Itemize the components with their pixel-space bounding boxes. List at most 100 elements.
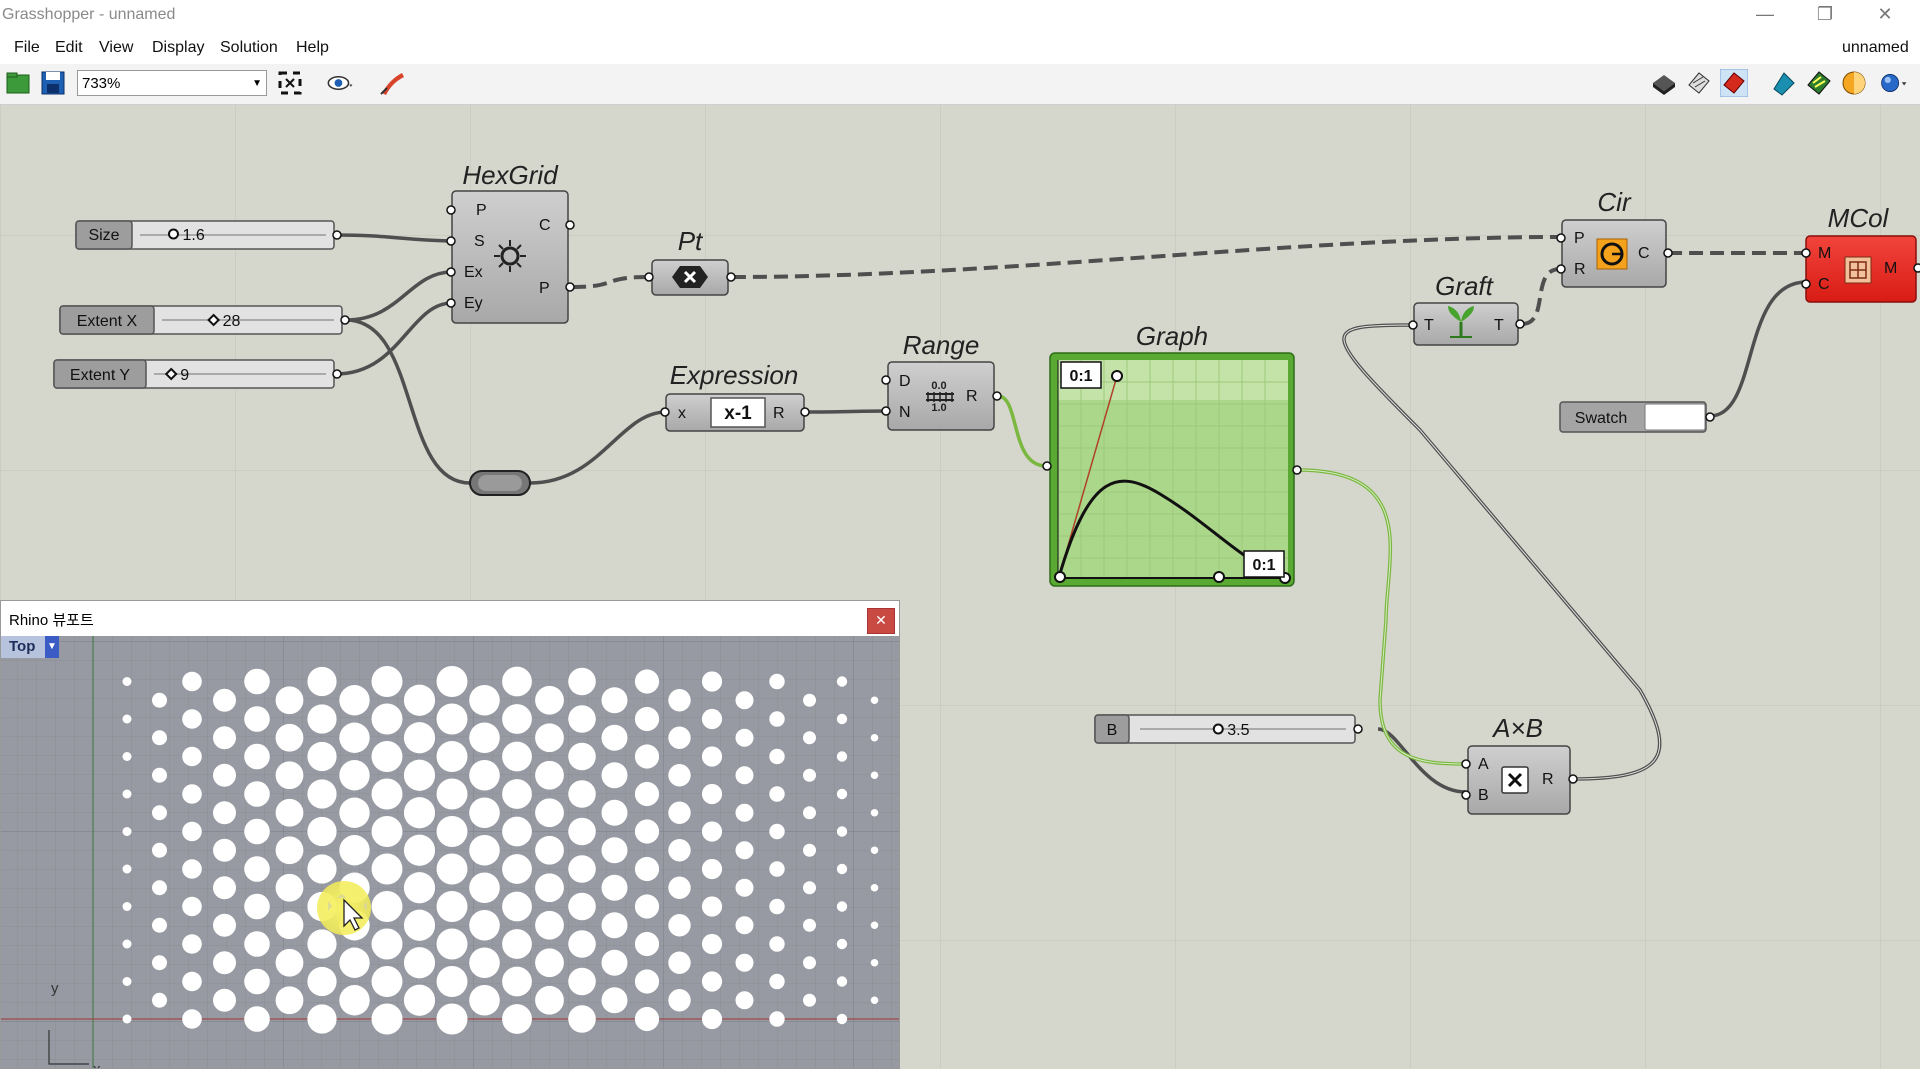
slider-size[interactable]: Size 1.6	[75, 220, 342, 250]
hex-circle	[403, 759, 436, 791]
hex-circle	[502, 816, 532, 847]
preview-eye-icon[interactable]	[326, 69, 354, 97]
hex-circle	[668, 801, 691, 824]
hex-circle	[371, 741, 403, 772]
hex-circle	[371, 853, 403, 885]
hex-circle	[803, 693, 816, 707]
expression-formula: x-1	[724, 403, 752, 424]
hex-circle	[634, 706, 660, 732]
slider-extent-x-output[interactable]	[340, 315, 350, 325]
menu-edit[interactable]: Edit	[55, 39, 83, 57]
hexgrid-output-c: C	[539, 217, 551, 234]
menu-help[interactable]: Help	[296, 39, 329, 57]
hexgrid-input-ex: Ex	[464, 264, 483, 281]
slider-b-knob[interactable]	[1212, 723, 1224, 735]
hex-circle	[735, 878, 754, 897]
hex-circle	[870, 996, 879, 1005]
hex-circle	[152, 842, 167, 858]
hex-circle	[122, 864, 132, 874]
hex-circle	[634, 669, 660, 694]
hex-circle	[701, 708, 723, 730]
viewport-title-bar[interactable]: Rhino 뷰포트 ✕	[1, 601, 899, 635]
menu-view[interactable]: View	[99, 39, 133, 57]
viewport-view-tab[interactable]: Top ▼	[1, 636, 59, 658]
close-window-button[interactable]: ✕	[1855, 0, 1915, 30]
slider-size-label: Size	[88, 227, 119, 244]
graph-mapper-component[interactable]: Graph 0:1 0:1	[1042, 321, 1302, 587]
viewport-area[interactable]: y x Top ▼	[1, 636, 899, 1068]
viewport-view-name: Top	[9, 638, 36, 655]
sketch-pen-icon[interactable]	[378, 69, 406, 97]
axb-input-b: B	[1478, 787, 1489, 804]
slider-size-output[interactable]	[332, 230, 342, 240]
minimize-button[interactable]: —	[1735, 0, 1795, 30]
slider-extent-y[interactable]: Extent Y 9	[53, 359, 342, 389]
preview-selected-icon[interactable]	[1720, 69, 1748, 97]
swatch-color-box[interactable]	[1644, 403, 1706, 431]
hex-circle	[568, 855, 596, 883]
hex-circle	[701, 858, 723, 880]
slider-extent-x[interactable]: Extent X 28	[59, 305, 350, 335]
menu-file[interactable]: File	[14, 39, 40, 57]
display-sphere-icon[interactable]	[1880, 69, 1908, 97]
hex-circle	[469, 797, 500, 829]
document-preview-icon[interactable]	[1770, 69, 1798, 97]
hex-circle	[275, 911, 304, 940]
save-icon[interactable]	[39, 69, 67, 97]
mesh-quality-icon[interactable]	[1805, 69, 1833, 97]
hex-circle	[634, 1006, 660, 1032]
open-file-icon[interactable]	[4, 69, 32, 97]
preview-shaded-icon[interactable]	[1685, 69, 1713, 97]
hex-circle	[535, 685, 564, 715]
zoom-value: 733%	[82, 75, 121, 92]
hex-circle	[469, 984, 500, 1016]
hex-circle	[803, 843, 816, 857]
hex-circle	[502, 929, 532, 959]
hex-circle	[870, 696, 879, 705]
document-name: unnamed	[1842, 39, 1909, 56]
title-bar: Grasshopper - unnamed — ❐ ✕	[0, 0, 1920, 30]
hex-circle	[339, 685, 370, 716]
hex-circle	[668, 989, 691, 1012]
hex-circle	[601, 837, 628, 864]
hex-circle	[244, 706, 270, 732]
expression-component[interactable]: Expression x x-1 R	[660, 360, 810, 432]
relay-node[interactable]	[469, 470, 531, 496]
slider-extent-y-output[interactable]	[332, 369, 342, 379]
shading-sphere-icon[interactable]	[1840, 69, 1868, 97]
graph-handle-start[interactable]	[1054, 571, 1066, 583]
hex-circle	[152, 880, 167, 896]
hex-circle	[836, 751, 848, 762]
menu-solution[interactable]: Solution	[220, 39, 278, 57]
hex-circle	[307, 741, 337, 772]
preview-wireframe-icon[interactable]	[1650, 69, 1678, 97]
rhino-viewport-window[interactable]: Rhino 뷰포트 ✕ y Top ▼	[0, 600, 900, 1069]
hex-circle	[668, 876, 691, 899]
hexgrid-component[interactable]: HexGrid P S Ex Ey C P	[446, 160, 575, 324]
hex-circle	[769, 786, 785, 802]
viewport-menu-chevron-icon[interactable]: ▼	[45, 636, 59, 658]
viewport-close-button[interactable]: ✕	[867, 608, 895, 634]
zoom-combo[interactable]: 733% ▼	[77, 70, 267, 96]
hex-circle	[502, 966, 532, 997]
hex-circle	[403, 834, 436, 866]
slider-size-knob[interactable]	[167, 228, 179, 240]
hex-circle	[568, 817, 596, 846]
hex-circle	[870, 808, 879, 817]
axb-input-a: A	[1478, 756, 1489, 773]
zoom-extents-icon[interactable]	[276, 69, 304, 97]
graph-handle-mid[interactable]	[1213, 571, 1225, 583]
menu-display[interactable]: Display	[152, 39, 204, 57]
hex-circle	[182, 671, 202, 692]
slider-b[interactable]: B 3.5	[1094, 714, 1363, 744]
viewport-drawing[interactable]: y x	[1, 636, 899, 1068]
hex-circle	[307, 929, 337, 959]
hex-circle	[275, 948, 304, 977]
hex-circle	[803, 956, 816, 970]
hex-circle	[152, 805, 167, 821]
swatch-component[interactable]: Swatch	[1559, 401, 1715, 433]
slider-b-output[interactable]	[1353, 724, 1363, 734]
hex-circle	[307, 854, 337, 884]
graph-handle-top[interactable]	[1111, 370, 1123, 382]
maximize-button[interactable]: ❐	[1795, 0, 1855, 30]
